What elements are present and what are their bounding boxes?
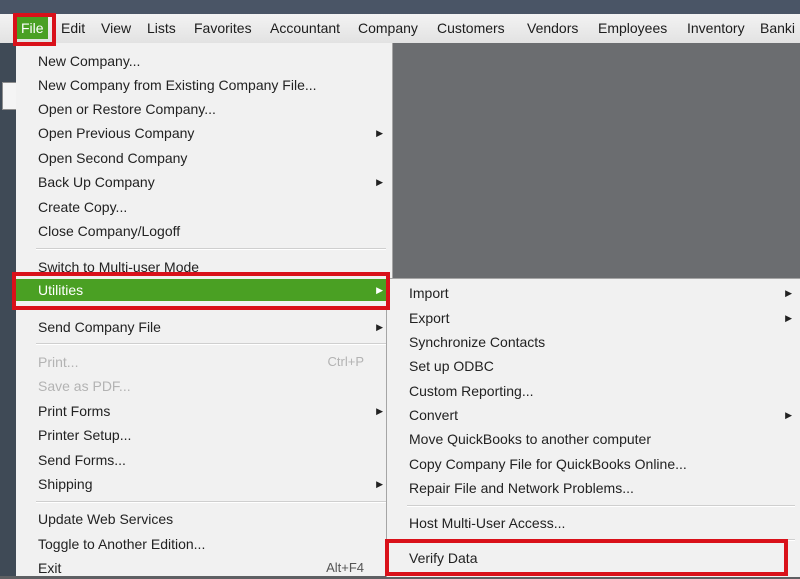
menu-company[interactable]: Company xyxy=(358,17,418,39)
submenu-item-custom-reporting[interactable]: Custom Reporting... xyxy=(409,380,800,402)
workspace-area xyxy=(392,43,800,283)
menu-file[interactable]: File xyxy=(17,17,48,39)
background-field xyxy=(2,82,17,110)
menu-item-label: Utilities xyxy=(38,282,84,298)
menu-item-label: New Company from Existing Company File..… xyxy=(38,77,317,93)
menu-item-label: Verify Data xyxy=(409,550,478,566)
menu-item-shipping[interactable]: Shipping ▶ xyxy=(38,473,392,495)
submenu-item-import[interactable]: Import ▶ xyxy=(409,282,800,304)
menu-bar: File Edit View Lists Favorites Accountan… xyxy=(0,14,800,44)
utilities-submenu: Import ▶ Export ▶ Synchronize Contacts Set… xyxy=(386,278,800,577)
menu-customers[interactable]: Customers xyxy=(437,17,505,39)
menu-item-label: Save as PDF... xyxy=(38,378,131,394)
menu-banking[interactable]: Banki xyxy=(760,17,795,39)
menu-item-label: Host Multi-User Access... xyxy=(409,515,566,531)
submenu-item-export[interactable]: Export ▶ xyxy=(409,307,800,329)
menu-item-label: Open Second Company xyxy=(38,150,188,166)
triangle-right-icon: ▶ xyxy=(785,288,792,298)
menu-accountant[interactable]: Accountant xyxy=(270,17,340,39)
menu-separator xyxy=(36,248,386,250)
menu-separator xyxy=(36,343,386,345)
triangle-right-icon: ▶ xyxy=(376,479,383,489)
menu-item-open-restore[interactable]: Open or Restore Company... xyxy=(38,98,392,120)
triangle-right-icon: ▶ xyxy=(376,322,383,332)
menu-item-label: Printer Setup... xyxy=(38,427,132,443)
submenu-item-convert[interactable]: Convert ▶ xyxy=(409,404,800,426)
menu-separator xyxy=(407,539,795,541)
menu-item-label: Custom Reporting... xyxy=(409,383,534,399)
menu-item-open-second[interactable]: Open Second Company xyxy=(38,147,392,169)
background-panel xyxy=(0,43,16,576)
submenu-item-setup-odbc[interactable]: Set up ODBC xyxy=(409,355,800,377)
menu-item-label: Convert xyxy=(409,407,459,423)
menu-item-switch-multiuser[interactable]: Switch to Multi-user Mode xyxy=(38,256,392,278)
menu-item-label: Open or Restore Company... xyxy=(38,101,216,117)
menu-separator xyxy=(407,505,795,507)
menu-item-label: Print... xyxy=(38,354,79,370)
menu-item-update-web-services[interactable]: Update Web Services xyxy=(38,508,392,530)
menu-item-label: Close Company/Logoff xyxy=(38,223,181,239)
menu-item-label: Print Forms xyxy=(38,403,111,419)
menu-item-label: Exit xyxy=(38,560,62,576)
menu-item-label: Synchronize Contacts xyxy=(409,334,546,350)
menu-inventory[interactable]: Inventory xyxy=(687,17,745,39)
menu-item-utilities[interactable]: Utilities ▶ xyxy=(16,279,392,301)
menu-item-label: Create Copy... xyxy=(38,199,128,215)
shortcut-label: Ctrl+P xyxy=(327,354,364,369)
menu-lists[interactable]: Lists xyxy=(147,17,176,39)
menu-item-label: Back Up Company xyxy=(38,174,155,190)
triangle-right-icon: ▶ xyxy=(376,177,383,187)
menu-item-label: Move QuickBooks to another computer xyxy=(409,431,652,447)
submenu-item-host-multiuser[interactable]: Host Multi-User Access... xyxy=(409,512,800,534)
menu-item-send-company-file[interactable]: Send Company File ▶ xyxy=(38,316,392,338)
submenu-item-verify-data[interactable]: Verify Data xyxy=(409,547,800,569)
menu-item-save-pdf: Save as PDF... xyxy=(38,375,392,397)
menu-vendors[interactable]: Vendors xyxy=(527,17,578,39)
triangle-right-icon: ▶ xyxy=(376,128,383,138)
triangle-right-icon: ▶ xyxy=(785,313,792,323)
menu-item-create-copy[interactable]: Create Copy... xyxy=(38,196,392,218)
triangle-right-icon: ▶ xyxy=(376,285,383,295)
menu-item-label: Send Company File xyxy=(38,319,161,335)
menu-item-label: Repair File and Network Problems... xyxy=(409,480,634,496)
menu-employees[interactable]: Employees xyxy=(598,17,667,39)
menu-item-label: Import xyxy=(409,285,449,301)
menu-item-open-previous[interactable]: Open Previous Company ▶ xyxy=(38,122,392,144)
menu-edit[interactable]: Edit xyxy=(61,17,85,39)
menu-item-close-company[interactable]: Close Company/Logoff xyxy=(38,220,392,242)
menu-item-label: Update Web Services xyxy=(38,511,174,527)
menu-item-label: Toggle to Another Edition... xyxy=(38,536,206,552)
menu-item-printer-setup[interactable]: Printer Setup... xyxy=(38,424,392,446)
submenu-item-copy-to-online[interactable]: Copy Company File for QuickBooks Online.… xyxy=(409,453,800,475)
menu-item-label: Shipping xyxy=(38,476,93,492)
menu-item-label: Send Forms... xyxy=(38,452,126,468)
menu-item-send-forms[interactable]: Send Forms... xyxy=(38,449,392,471)
menu-item-print-forms[interactable]: Print Forms ▶ xyxy=(38,400,392,422)
menu-separator xyxy=(36,501,386,503)
menu-item-label: Open Previous Company xyxy=(38,125,195,141)
menu-item-label: Copy Company File for QuickBooks Online.… xyxy=(409,456,687,472)
file-menu: New Company... New Company from Existing… xyxy=(16,43,393,576)
submenu-item-synchronize-contacts[interactable]: Synchronize Contacts xyxy=(409,331,800,353)
menu-item-print: Print... Ctrl+P xyxy=(38,351,392,373)
menu-favorites[interactable]: Favorites xyxy=(194,17,252,39)
menu-item-label: Switch to Multi-user Mode xyxy=(38,259,200,275)
menu-view[interactable]: View xyxy=(101,17,131,39)
menu-item-toggle-edition[interactable]: Toggle to Another Edition... xyxy=(38,533,392,555)
triangle-right-icon: ▶ xyxy=(376,406,383,416)
menu-item-label: Set up ODBC xyxy=(409,358,494,374)
submenu-item-move-quickbooks[interactable]: Move QuickBooks to another computer xyxy=(409,428,800,450)
menu-item-back-up[interactable]: Back Up Company ▶ xyxy=(38,171,392,193)
menu-item-label: New Company... xyxy=(38,53,141,69)
triangle-right-icon: ▶ xyxy=(785,410,792,420)
menu-item-label: Export xyxy=(409,310,450,326)
menu-item-new-company[interactable]: New Company... xyxy=(38,50,392,72)
menu-item-new-company-from-existing[interactable]: New Company from Existing Company File..… xyxy=(38,74,392,96)
window-title-strip xyxy=(0,0,800,14)
menu-separator xyxy=(36,307,386,309)
submenu-item-repair-file[interactable]: Repair File and Network Problems... xyxy=(409,477,800,499)
